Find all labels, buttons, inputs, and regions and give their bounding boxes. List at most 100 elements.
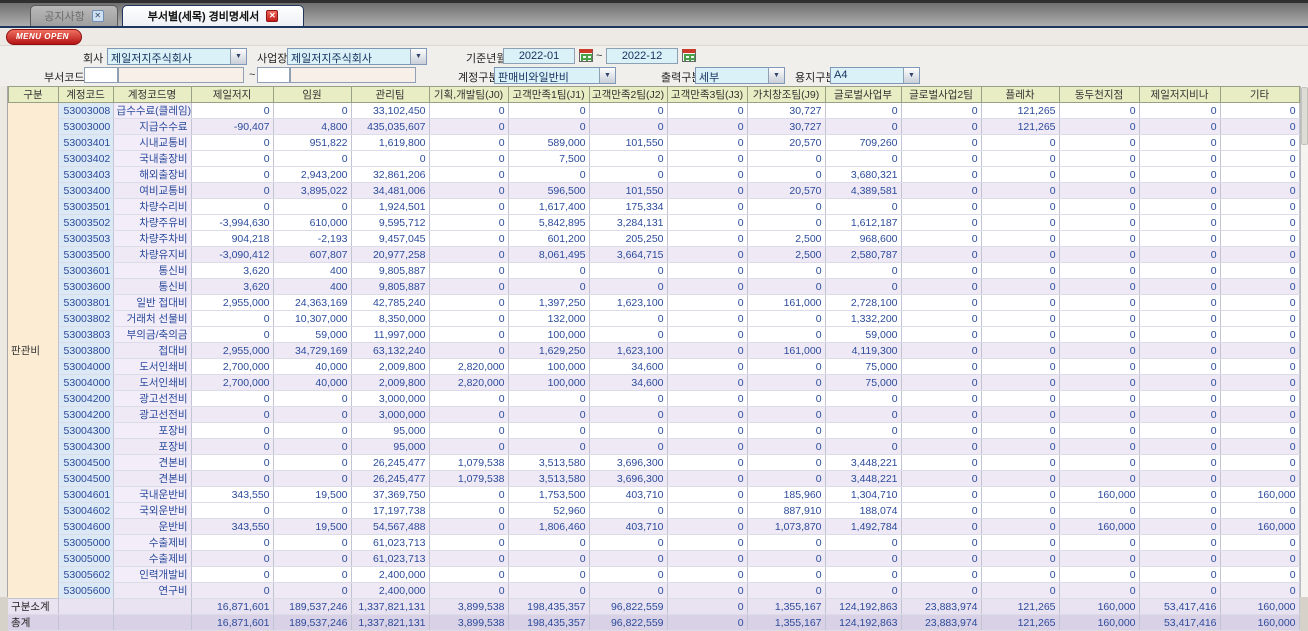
table-header-cell[interactable]: 글로벌사업부 [824,86,902,103]
table-header-cell[interactable]: 관리팀 [350,86,430,103]
table-row[interactable]: 53003801 일반 접대비 2,955,000 24,363,169 42,785,… [8,294,1300,311]
table-header-cell[interactable]: 제일저지비나 [1138,86,1221,103]
table-header-cell[interactable]: 임원 [272,86,352,103]
table-row[interactable]: 53003503 차량주차비 904,218 -2,193 9,457,045 0 601,… [8,230,1300,247]
table-row[interactable]: 53003600 통신비 3,620 400 9,805,887 0 0 0 0 0 0 0 0 0 0 0 [8,278,1300,295]
output-type-select[interactable]: 세부 ▼ [695,67,785,84]
table-header-cell[interactable]: 가치창조팀(J9) [746,86,826,103]
value-cell: 3,000,000 [351,406,430,423]
table-row[interactable]: 53003400 여비교통비 0 3,895,022 34,481,006 0 596,50… [8,182,1300,199]
table-row[interactable]: 53004300 포장비 0 0 95,000 0 0 0 0 0 0 0 0 0 0 0 [8,438,1300,455]
value-cell: 0 [191,502,274,519]
tab-notice[interactable]: 공지사항 ✕ [30,5,118,26]
dept-to-code-input[interactable] [257,67,290,83]
table-header-cell[interactable]: 플레차 [980,86,1060,103]
table-row[interactable]: 53003800 접대비 2,955,000 34,729,169 63,132,240… [8,342,1300,359]
value-cell: 0 [1059,134,1140,151]
table-row[interactable]: 53005000 수출제비 0 0 61,023,713 0 0 0 0 0 0 0 0 0 0 0 [8,534,1300,551]
code-cell [58,598,114,615]
table-row[interactable]: 53004500 견본비 0 0 26,245,477 1,079,538 3,513,58… [8,470,1300,487]
table-row[interactable]: 53004602 국외운반비 0 0 17,197,738 0 52,960 0 0 887,91… [8,502,1300,519]
company-select[interactable]: 제일저지주식회사 ▼ [107,48,247,65]
value-cell: 0 [667,102,748,119]
table-header-cell[interactable]: 계정코드 [57,86,114,103]
table-row[interactable]: 53003501 차량수리비 0 0 1,924,501 0 1,617,400 175,33… [8,198,1300,215]
table-row[interactable]: 판관비 53003008 급수수료(클레임) 0 0 33,102,450 0 0 0 0 30,7… [8,102,1300,599]
vertical-scrollbar[interactable] [1299,86,1308,597]
value-cell: 0 [429,406,509,423]
value-cell: 0 [901,486,982,503]
table-header-cell[interactable]: 구분 [7,86,59,103]
table-header-cell[interactable]: 기타 [1219,86,1300,103]
subtotal-row[interactable]: 구분소계 16,871,601 189,537,246 1,337,821,131 3,… [8,598,1300,615]
value-cell: 0 [429,438,509,455]
value-cell: 1,355,167 [747,614,826,631]
table-row[interactable]: 53004200 광고선전비 0 0 3,000,000 0 0 0 0 0 0 0 0 0 0 0 [8,390,1300,407]
name-cell: 해외출장비 [113,166,192,183]
period-to-input[interactable] [606,48,678,64]
value-cell: 0 [1139,470,1221,487]
tab-notice-close-icon[interactable]: ✕ [91,10,104,22]
value-cell: 3,664,715 [589,246,668,263]
value-cell: 0 [1220,390,1300,407]
value-cell: 59,000 [825,326,902,343]
table-row[interactable]: 53004200 광고선전비 0 0 3,000,000 0 0 0 0 0 0 0 0 0 0 0 [8,406,1300,423]
value-cell: 34,481,006 [351,182,430,199]
value-cell: 175,334 [589,198,668,215]
value-cell: -90,407 [191,118,274,135]
table-row[interactable]: 53003802 거래처 선물비 0 10,307,000 8,350,000 0 132,… [8,310,1300,327]
tab-expense-report-close-icon[interactable]: ✕ [266,10,279,22]
table-header-cell[interactable]: 고객만족2팀(J2) [588,86,668,103]
table-row[interactable]: 53004500 견본비 0 0 26,245,477 1,079,538 3,513,58… [8,454,1300,471]
table-header-cell[interactable]: 제일저지 [190,86,274,103]
table-row[interactable]: 53003502 차량주유비 -3,994,630 610,000 9,595,712 0… [8,214,1300,231]
dept-to-name-input[interactable] [290,67,416,83]
value-cell: 0 [981,566,1060,583]
value-cell: 20,977,258 [351,246,430,263]
table-row[interactable]: 53004000 도서인쇄비 2,700,000 40,000 2,009,800 2,8… [8,374,1300,391]
value-cell: 0 [191,438,274,455]
site-select[interactable]: 제일저지주식회사 ▼ [287,48,427,65]
table-row[interactable]: 53005602 인력개발비 0 0 2,400,000 0 0 0 0 0 0 0 0 0 0 0 [8,566,1300,583]
chevron-down-icon: ▼ [903,68,919,83]
calendar-icon[interactable] [682,49,696,62]
table-header-cell[interactable]: 글로벌사업2팀 [900,86,982,103]
table-row[interactable]: 53003000 지급수수료 -90,407 4,800 435,035,607 0 0 0 0… [8,118,1300,135]
table-header-cell[interactable]: 고객만족3팀(J3) [666,86,748,103]
account-type-select[interactable]: 판매비와일반비 ▼ [494,67,616,84]
table-row[interactable]: 53003803 부의금/축의금 0 59,000 11,997,000 0 100,000… [8,326,1300,343]
table-row[interactable]: 53003403 해외출장비 0 2,943,200 32,861,206 0 0 0 0 0 3,… [8,166,1300,183]
table-row[interactable]: 53004601 국내운반비 343,550 19,500 37,369,750 0 1,7… [8,486,1300,503]
table-row[interactable]: 53003500 차량유지비 -3,090,412 607,807 20,977,258… [8,246,1300,263]
value-cell: 0 [191,310,274,327]
total-row[interactable]: 총계 16,871,601 189,537,246 1,337,821,131 3,89… [8,614,1300,631]
left-splitter[interactable] [0,86,8,597]
value-cell: 160,000 [1220,486,1300,503]
table-row[interactable]: 53005000 수출제비 0 0 61,023,713 0 0 0 0 0 0 0 0 0 0 0 [8,550,1300,567]
table-row[interactable]: 53003401 시내교통비 0 951,822 1,619,800 0 589,000 10… [8,134,1300,151]
code-cell: 53004200 [58,390,114,407]
table-header-cell[interactable]: 동두천지점 [1058,86,1140,103]
value-cell: 0 [1139,214,1221,231]
table-row[interactable]: 53004300 포장비 0 0 95,000 0 0 0 0 0 0 0 0 0 0 0 [8,422,1300,439]
table-row[interactable]: 53003402 국내출장비 0 0 0 0 7,500 0 0 0 0 0 0 0 0 0 [8,150,1300,167]
value-cell: 0 [508,422,590,439]
calendar-icon[interactable] [579,49,593,62]
table-row[interactable]: 53003601 통신비 3,620 400 9,805,887 0 0 0 0 0 0 0 0 0 0 0 [8,262,1300,279]
table-header-cell[interactable]: 계정코드명 [112,86,192,103]
table-header-cell[interactable]: 기획,개발팀(J0) [428,86,509,103]
dept-from-name-input[interactable] [118,67,244,83]
table-row[interactable]: 53004600 운반비 343,550 19,500 54,567,488 0 1,806… [8,518,1300,535]
dept-from-code-input[interactable] [84,67,118,83]
value-cell: 0 [191,102,274,119]
scrollbar-thumb[interactable] [1300,87,1308,145]
table-header-cell[interactable]: 고객만족1팀(J1) [507,86,590,103]
paper-type-select[interactable]: A4 ▼ [830,67,920,84]
code-cell: 53003600 [58,278,114,295]
menu-open-button[interactable]: MENU OPEN [6,28,82,45]
tab-expense-report[interactable]: 부서별(세목) 경비명세서 ✕ [122,5,304,26]
value-cell: 3,448,221 [825,454,902,471]
period-from-input[interactable] [503,48,575,64]
table-row[interactable]: 53005600 연구비 0 0 2,400,000 0 0 0 0 0 0 0 0 0 0 0 [8,582,1300,599]
table-row[interactable]: 53004000 도서인쇄비 2,700,000 40,000 2,009,800 2,8… [8,358,1300,375]
